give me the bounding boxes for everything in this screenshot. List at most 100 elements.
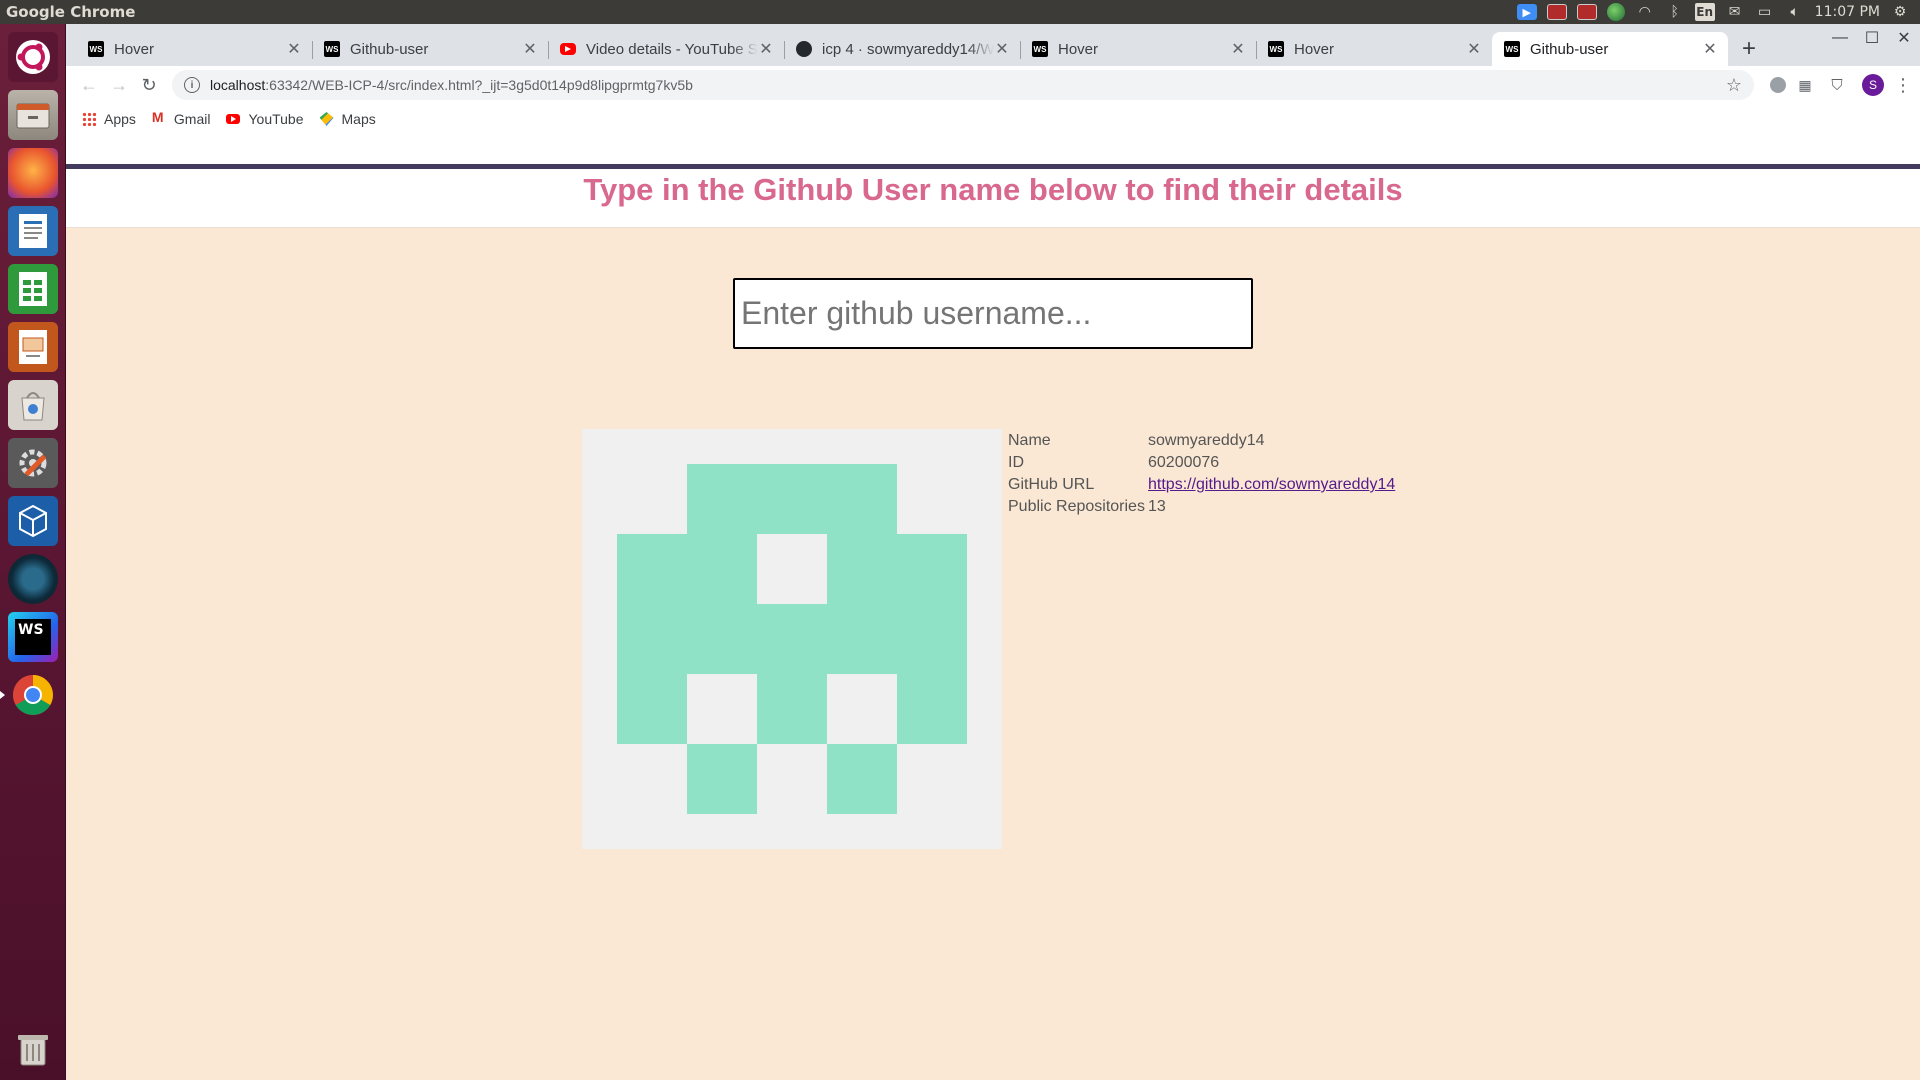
minimize-icon[interactable]: — xyxy=(1824,24,1856,52)
files-icon[interactable] xyxy=(8,90,58,140)
github-profile-link[interactable]: https://github.com/sowmyareddy14 xyxy=(1148,476,1395,493)
system-top-bar: Google Chrome ▶ ◠ ᛒ En ✉ ▭ 🔈︎ 11:07 PM ⚙ xyxy=(0,0,1920,24)
tab-github-user-1[interactable]: Github-user ✕ xyxy=(312,32,548,66)
bookmark-label: Apps xyxy=(104,111,136,127)
clock[interactable]: 11:07 PM xyxy=(1815,4,1880,20)
detail-row-id: ID 60200076 xyxy=(1008,452,1398,474)
repos-label: Public Repositories xyxy=(1008,498,1145,515)
volume-icon[interactable]: 🔈︎ xyxy=(1785,4,1805,20)
browser-menu-icon[interactable]: ⋮ xyxy=(1894,75,1912,96)
bookmark-youtube[interactable]: YouTube xyxy=(226,111,304,127)
firefox-icon[interactable] xyxy=(8,148,58,198)
tab-close-icon[interactable]: ✕ xyxy=(286,39,302,59)
bookmark-maps[interactable]: Maps xyxy=(319,111,376,127)
github-username-input[interactable] xyxy=(733,278,1253,349)
identicon-image xyxy=(582,429,1002,849)
bookmark-label: YouTube xyxy=(248,111,304,127)
user-avatar xyxy=(582,429,1002,849)
bookmark-apps[interactable]: Apps xyxy=(82,111,136,127)
user-details-table: Name sowmyareddy14 ID 60200076 GitHub UR… xyxy=(1008,430,1398,518)
zoom-indicator-icon[interactable]: ▶ xyxy=(1516,4,1537,20)
close-window-icon[interactable]: ✕ xyxy=(1888,24,1920,52)
detail-row-repos: Public Repositories 13 xyxy=(1008,496,1398,518)
webstorm-favicon-icon xyxy=(1504,41,1520,57)
shield-extension-icon[interactable]: ⛉ xyxy=(1824,72,1850,98)
page-viewport: Type in the Github User name below to fi… xyxy=(66,164,1920,1080)
mail-icon[interactable]: ✉ xyxy=(1725,4,1745,20)
bookmark-star-icon[interactable]: ☆ xyxy=(1726,75,1742,96)
detail-row-name: Name sowmyareddy14 xyxy=(1008,430,1398,452)
keyboard-layout-indicator[interactable]: En xyxy=(1694,3,1715,21)
profile-avatar[interactable]: S xyxy=(1862,74,1884,96)
settings-gear-icon[interactable]: ⚙ xyxy=(1890,4,1910,20)
name-value: sowmyareddy14 xyxy=(1148,432,1265,449)
page-title: Type in the Github User name below to fi… xyxy=(583,172,1403,207)
maximize-icon[interactable]: ☐ xyxy=(1856,24,1888,52)
tab-hover-3[interactable]: Hover ✕ xyxy=(1256,32,1492,66)
writer-icon[interactable] xyxy=(8,206,58,256)
tab-hover-1[interactable]: Hover ✕ xyxy=(76,32,312,66)
id-label: ID xyxy=(1008,454,1024,471)
battery-icon[interactable]: ▭ xyxy=(1755,4,1775,20)
tab-close-icon[interactable]: ✕ xyxy=(522,39,538,59)
chrome-icon[interactable] xyxy=(0,670,58,720)
tab-close-icon[interactable]: ✕ xyxy=(1230,39,1246,59)
detail-row-url: GitHub URL https://github.com/sowmyaredd… xyxy=(1008,474,1398,496)
system-settings-icon[interactable] xyxy=(8,438,58,488)
name-label: Name xyxy=(1008,432,1051,449)
tab-hover-2[interactable]: Hover ✕ xyxy=(1020,32,1256,66)
tab-close-icon[interactable]: ✕ xyxy=(1702,39,1718,59)
tab-title: Github-user xyxy=(1530,40,1609,58)
webstorm-icon[interactable]: WS xyxy=(8,612,58,662)
tab-title: Github-user xyxy=(350,40,429,58)
camera-app-icon[interactable] xyxy=(8,554,58,604)
youtube-icon xyxy=(226,114,241,124)
tab-close-icon[interactable]: ✕ xyxy=(994,39,1010,59)
trash-icon[interactable] xyxy=(8,1024,58,1074)
ubuntu-dash-icon[interactable] xyxy=(8,32,58,82)
tab-close-icon[interactable]: ✕ xyxy=(758,39,774,59)
id-value: 60200076 xyxy=(1148,454,1220,471)
webstorm-favicon-icon xyxy=(1268,41,1284,57)
tab-github-repo[interactable]: icp 4 · sowmyareddy14/WEB-ICP-4 ✕ xyxy=(784,32,1020,66)
webstorm-favicon-icon xyxy=(88,41,104,57)
webstorm-label: WS xyxy=(15,619,51,655)
calc-icon[interactable] xyxy=(8,264,58,314)
back-arrow-icon[interactable]: ← xyxy=(74,70,104,100)
url-path: :63342/WEB-ICP-4/src/index.html?_ijt=3g5… xyxy=(265,77,693,93)
webstorm-favicon-icon xyxy=(1032,41,1048,57)
tab-youtube-studio[interactable]: Video details - YouTube Studio ✕ xyxy=(548,32,784,66)
software-center-icon[interactable] xyxy=(8,380,58,430)
screen-recorder-icon[interactable] xyxy=(1546,4,1567,20)
tab-title: Video details - YouTube Studio xyxy=(586,40,758,58)
tab-title: Hover xyxy=(1294,40,1335,58)
tab-github-user-active[interactable]: Github-user ✕ xyxy=(1492,32,1728,66)
system-indicators: ▶ ◠ ᛒ En ✉ ▭ 🔈︎ 11:07 PM ⚙ xyxy=(1516,3,1920,21)
wifi-icon[interactable]: ◠ xyxy=(1635,4,1655,20)
impress-icon[interactable] xyxy=(8,322,58,372)
reload-icon[interactable]: ↻ xyxy=(134,70,164,100)
bookmarks-bar: Apps Gmail YouTube Maps xyxy=(66,104,1920,134)
url-label: GitHub URL xyxy=(1008,476,1095,493)
browser-window: Hover ✕ Github-user ✕ Video details - Yo… xyxy=(66,24,1920,1080)
tab-close-icon[interactable]: ✕ xyxy=(1466,39,1482,59)
globe-indicator-icon[interactable] xyxy=(1606,3,1625,21)
forward-arrow-icon[interactable]: → xyxy=(104,70,134,100)
tab-title: Hover xyxy=(114,40,155,58)
github-favicon-icon xyxy=(796,41,812,57)
extension-icon[interactable] xyxy=(1770,77,1786,93)
page-header: Type in the Github User name below to fi… xyxy=(66,164,1920,228)
repos-value: 13 xyxy=(1148,498,1166,515)
bookmark-gmail[interactable]: Gmail xyxy=(152,109,211,127)
maps-icon xyxy=(319,112,334,126)
extension-puzzle-icon[interactable]: ▦ xyxy=(1792,72,1818,98)
screen-recorder-icon-2[interactable] xyxy=(1576,4,1597,20)
window-controls: — ☐ ✕ xyxy=(1824,24,1920,52)
site-info-icon[interactable]: i xyxy=(184,77,200,93)
new-tab-button[interactable]: + xyxy=(1732,32,1766,66)
virtualbox-icon[interactable] xyxy=(8,496,58,546)
tab-title: icp 4 · sowmyareddy14/WEB-ICP-4 xyxy=(822,40,994,58)
address-bar[interactable]: i localhost:63342/WEB-ICP-4/src/index.ht… xyxy=(172,70,1754,100)
bluetooth-icon[interactable]: ᛒ xyxy=(1665,4,1685,20)
url-host: localhost xyxy=(210,77,266,93)
